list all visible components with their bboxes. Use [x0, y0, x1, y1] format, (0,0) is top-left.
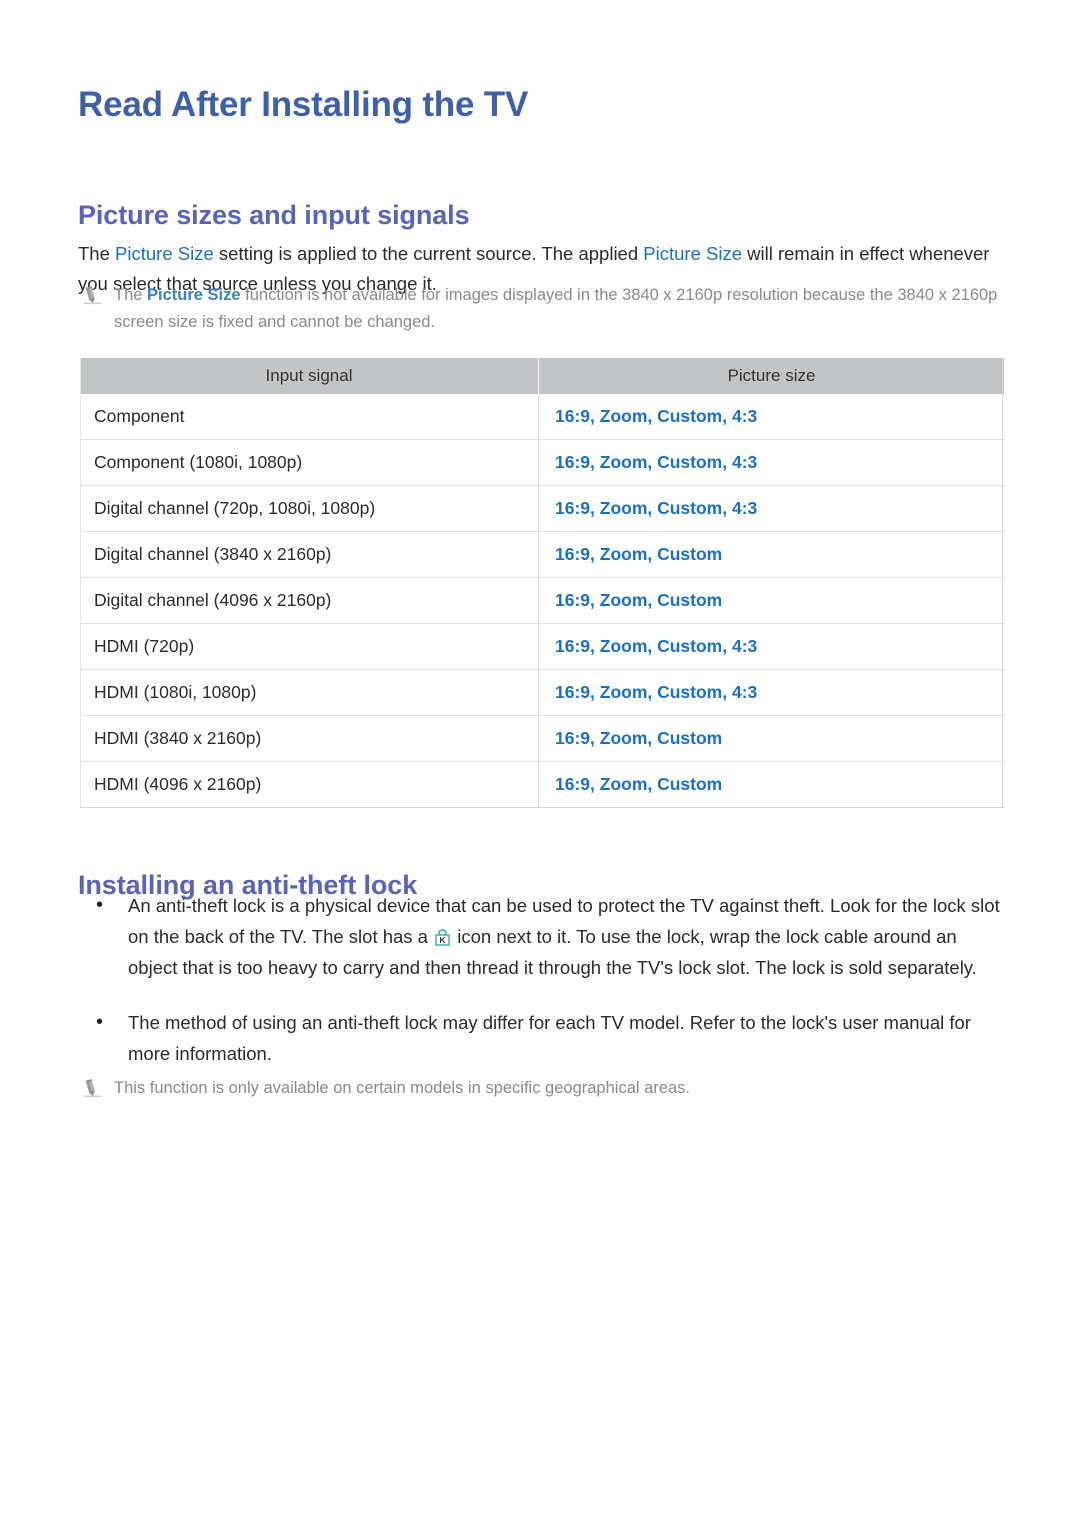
cell-picture-size[interactable]: 16:9, Zoom, Custom	[538, 531, 1004, 578]
note-geographical-text: This function is only available on certa…	[114, 1079, 690, 1097]
document-page: Read After Installing the TV Picture siz…	[0, 0, 1080, 1527]
cell-input-signal: Component (1080i, 1080p)	[80, 439, 539, 486]
list-item: • An anti-theft lock is a physical devic…	[96, 890, 1000, 983]
table-row: Digital channel (3840 x 2160p) 16:9, Zoo…	[80, 531, 1004, 578]
bullet-marker: •	[96, 894, 104, 916]
cell-picture-size[interactable]: 16:9, Zoom, Custom, 4:3	[538, 669, 1004, 716]
table-row: HDMI (4096 x 2160p) 16:9, Zoom, Custom	[80, 761, 1004, 808]
note-text-1: The	[114, 286, 148, 304]
bullet-marker: •	[96, 1011, 104, 1033]
pencil-note-icon	[80, 284, 106, 306]
section-heading-picture-sizes: Picture sizes and input signals	[78, 200, 470, 231]
column-header-picture-size: Picture size	[538, 358, 1004, 394]
picture-size-link-2[interactable]: Picture Size	[643, 243, 742, 264]
table-row: Component 16:9, Zoom, Custom, 4:3	[80, 394, 1004, 440]
cell-picture-size[interactable]: 16:9, Zoom, Custom, 4:3	[538, 485, 1004, 532]
table-body: Component 16:9, Zoom, Custom, 4:3 Compon…	[80, 394, 1004, 808]
cell-input-signal: HDMI (720p)	[80, 623, 539, 670]
cell-picture-size[interactable]: 16:9, Zoom, Custom, 4:3	[538, 623, 1004, 670]
cell-picture-size[interactable]: 16:9, Zoom, Custom	[538, 577, 1004, 624]
page-title: Read After Installing the TV	[78, 85, 529, 125]
cell-input-signal: Digital channel (3840 x 2160p)	[80, 531, 539, 578]
table-header-row: Input signal Picture size	[80, 358, 1004, 394]
table-row: Component (1080i, 1080p) 16:9, Zoom, Cus…	[80, 439, 1004, 486]
list-item: • The method of using an anti-theft lock…	[96, 1007, 1000, 1069]
cell-input-signal: Component	[80, 394, 539, 440]
table-row: HDMI (1080i, 1080p) 16:9, Zoom, Custom, …	[80, 669, 1004, 716]
table-row: Digital channel (720p, 1080i, 1080p) 16:…	[80, 485, 1004, 532]
table-row: Digital channel (4096 x 2160p) 16:9, Zoo…	[80, 577, 1004, 624]
list-item-text: The method of using an anti-theft lock m…	[128, 1012, 971, 1064]
table-row: HDMI (3840 x 2160p) 16:9, Zoom, Custom	[80, 715, 1004, 762]
note-picture-size: The Picture Size function is not availab…	[80, 282, 1000, 336]
column-header-input-signal: Input signal	[80, 358, 539, 394]
svg-text:K: K	[440, 935, 447, 945]
table-header: Input signal Picture size	[80, 358, 1004, 394]
table-row: HDMI (720p) 16:9, Zoom, Custom, 4:3	[80, 623, 1004, 670]
cell-input-signal: HDMI (1080i, 1080p)	[80, 669, 539, 716]
picture-size-link-3[interactable]: Picture Size	[147, 286, 241, 304]
pencil-note-icon	[80, 1077, 106, 1099]
cell-input-signal: Digital channel (4096 x 2160p)	[80, 577, 539, 624]
cell-picture-size[interactable]: 16:9, Zoom, Custom, 4:3	[538, 394, 1004, 440]
cell-picture-size[interactable]: 16:9, Zoom, Custom, 4:3	[538, 439, 1004, 486]
intro-text-1: The	[78, 242, 116, 264]
cell-input-signal: HDMI (4096 x 2160p)	[80, 761, 539, 808]
kensington-lock-icon: K	[435, 924, 450, 946]
note-geographical-availability: This function is only available on certa…	[80, 1075, 1000, 1102]
cell-input-signal: HDMI (3840 x 2160p)	[80, 715, 539, 762]
cell-input-signal: Digital channel (720p, 1080i, 1080p)	[80, 485, 539, 532]
cell-picture-size[interactable]: 16:9, Zoom, Custom	[538, 761, 1004, 808]
picture-size-link-1[interactable]: Picture Size	[115, 243, 214, 264]
note-picture-size-text: The Picture Size function is not availab…	[114, 282, 1000, 336]
intro-text-2: setting is applied to the current source…	[213, 242, 644, 264]
picture-size-table: Input signal Picture size Component 16:9…	[80, 358, 1004, 808]
cell-picture-size[interactable]: 16:9, Zoom, Custom	[538, 715, 1004, 762]
note-text-2: function is not available for images dis…	[114, 286, 998, 331]
list-item-text: An anti-theft lock is a physical device …	[128, 890, 1000, 983]
